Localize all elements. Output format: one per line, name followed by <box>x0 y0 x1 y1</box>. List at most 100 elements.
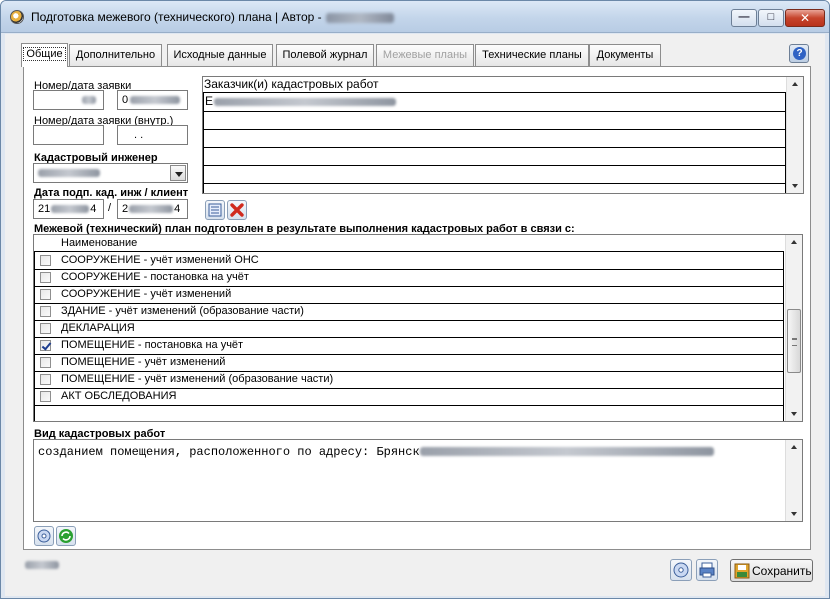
sign-date-client-input[interactable]: 24 <box>117 199 188 219</box>
grid-line <box>203 165 786 166</box>
customer-row-1[interactable]: Е <box>205 94 397 108</box>
print-button[interactable] <box>696 559 718 581</box>
request-internal-date-value: . . <box>134 129 144 141</box>
tab-additional[interactable]: Дополнительно <box>69 44 162 66</box>
redacted-value <box>51 205 90 214</box>
reason-text: СООРУЖЕНИЕ - учёт изменений ОНС <box>61 254 259 266</box>
tab-boundary-plans: Межевые планы <box>376 44 474 66</box>
reason-checkbox[interactable] <box>40 289 51 300</box>
reason-row[interactable]: ПОМЕЩЕНИЕ - постановка на учёт <box>34 337 783 354</box>
sign-date-label: Дата подп. кад. инж / клиент <box>34 187 189 199</box>
reason-row[interactable]: ДЕКЛАРАЦИЯ <box>34 320 783 337</box>
tab-source-data[interactable]: Исходные данные <box>167 44 273 66</box>
request-internal-number-input[interactable] <box>33 125 104 145</box>
reason-row[interactable]: АКТ ОБСЛЕДОВАНИЯ <box>34 388 783 405</box>
reason-row[interactable]: СООРУЖЕНИЕ - учёт изменений <box>34 286 783 303</box>
reason-row[interactable]: ПОМЕЩЕНИЕ - учёт изменений (образование … <box>34 371 783 388</box>
close-button[interactable]: ✕ <box>785 9 825 27</box>
reasons-scrollbar[interactable] <box>785 235 802 421</box>
reason-checkbox[interactable] <box>40 391 51 402</box>
customers-header: Заказчик(и) кадастровых работ <box>204 77 379 91</box>
engineer-combo[interactable] <box>33 163 188 183</box>
title-bar[interactable]: Подготовка межевого (технического) плана… <box>1 1 829 33</box>
maximize-icon: □ <box>767 11 775 23</box>
grid-line <box>34 251 35 421</box>
redacted-value <box>214 97 397 106</box>
scroll-up-icon[interactable] <box>792 82 798 86</box>
sign-date-engineer-value: 21 <box>38 203 51 215</box>
request-number-input[interactable] <box>33 90 104 110</box>
sign-date-engineer-end: 4 <box>90 203 97 215</box>
customer-first-char: Е <box>205 94 214 108</box>
reason-row[interactable]: СООРУЖЕНИЕ - постановка на учёт <box>34 269 783 286</box>
tab-general[interactable]: Общие <box>21 43 68 67</box>
reason-checkbox[interactable] <box>40 255 51 266</box>
reason-text: АКТ ОБСЛЕДОВАНИЯ <box>61 390 177 402</box>
general-tab-panel: Номер/дата заявки 0 Номер/дата заявки (в… <box>23 66 811 550</box>
grid-line <box>783 251 784 421</box>
window-title: Подготовка межевого (технического) плана… <box>31 10 394 24</box>
main-window: Подготовка межевого (технического) плана… <box>0 0 830 599</box>
minimize-button[interactable]: — <box>731 9 757 27</box>
tab-label: Дополнительно <box>75 49 156 61</box>
grid-line <box>203 129 786 130</box>
list-icon <box>208 203 222 217</box>
disc-icon <box>37 529 51 543</box>
maximize-button[interactable]: □ <box>758 9 784 27</box>
help-button[interactable]: ? <box>789 44 809 63</box>
footer-disc-button[interactable] <box>670 559 692 581</box>
reason-text: ДЕКЛАРАЦИЯ <box>61 322 135 334</box>
scroll-up-icon[interactable] <box>791 240 797 244</box>
chevron-down-icon[interactable] <box>170 165 186 181</box>
grid-line <box>203 111 786 112</box>
grid-line <box>34 405 784 406</box>
reason-row[interactable]: ЗДАНИЕ - учёт изменений (образование час… <box>34 303 783 320</box>
reason-checkbox[interactable] <box>40 340 51 351</box>
delete-icon <box>230 203 244 217</box>
save-button[interactable]: Сохранить <box>730 559 813 582</box>
tab-label: Технические планы <box>482 49 582 61</box>
tab-field-journal[interactable]: Полевой журнал <box>276 44 374 66</box>
tab-label: Исходные данные <box>173 49 267 61</box>
customer-list-button[interactable] <box>205 200 225 220</box>
customer-delete-button[interactable] <box>227 200 247 220</box>
reason-text: ПОМЕЩЕНИЕ - учёт изменений (образование … <box>61 373 334 385</box>
reason-checkbox[interactable] <box>40 323 51 334</box>
tab-documents[interactable]: Документы <box>589 44 661 66</box>
work-type-text: созданием помещения, расположенного по а… <box>38 445 714 459</box>
reason-checkbox[interactable] <box>40 357 51 368</box>
request-date-input[interactable]: 0 <box>117 90 188 110</box>
reason-text: СООРУЖЕНИЕ - постановка на учёт <box>61 271 249 283</box>
reason-row[interactable]: СООРУЖЕНИЕ - учёт изменений ОНС <box>34 252 783 269</box>
column-header-name: Наименование <box>61 237 138 249</box>
reason-checkbox[interactable] <box>40 306 51 317</box>
reason-text: СООРУЖЕНИЕ - учёт изменений <box>61 288 232 300</box>
scroll-down-icon[interactable] <box>791 512 797 516</box>
scroll-down-icon[interactable] <box>792 184 798 188</box>
scroll-up-icon[interactable] <box>791 445 797 449</box>
reasons-grid[interactable]: Наименование СООРУЖЕНИЕ - учёт изменений… <box>33 234 803 422</box>
reason-row[interactable]: ПОМЕЩЕНИЕ - учёт изменений <box>34 354 783 371</box>
tab-technical-plans[interactable]: Технические планы <box>475 44 589 66</box>
work-type-textarea[interactable]: созданием помещения, расположенного по а… <box>33 439 803 522</box>
reason-checkbox[interactable] <box>40 374 51 385</box>
work-type-refresh-button[interactable] <box>56 526 76 546</box>
scroll-down-icon[interactable] <box>791 412 797 416</box>
reason-text: ЗДАНИЕ - учёт изменений (образование час… <box>61 305 304 317</box>
work-type-select-button[interactable] <box>34 526 54 546</box>
reason-checkbox[interactable] <box>40 272 51 283</box>
customers-grid[interactable]: Заказчик(и) кадастровых работ Е <box>202 76 804 194</box>
app-icon <box>10 10 24 24</box>
grid-line <box>203 92 204 193</box>
sign-date-client-value: 2 <box>122 203 129 215</box>
scroll-thumb[interactable] <box>787 309 801 373</box>
help-icon: ? <box>793 47 806 60</box>
sign-date-engineer-input[interactable]: 21 4 <box>33 199 104 219</box>
customers-scrollbar[interactable] <box>786 77 803 193</box>
work-type-scrollbar[interactable] <box>785 440 802 521</box>
minimize-icon: — <box>738 11 750 23</box>
reason-text: ПОМЕЩЕНИЕ - постановка на учёт <box>61 339 244 351</box>
printer-icon <box>699 562 715 578</box>
tab-label: Общие <box>23 47 66 61</box>
request-internal-date-input[interactable]: . . <box>117 125 188 145</box>
